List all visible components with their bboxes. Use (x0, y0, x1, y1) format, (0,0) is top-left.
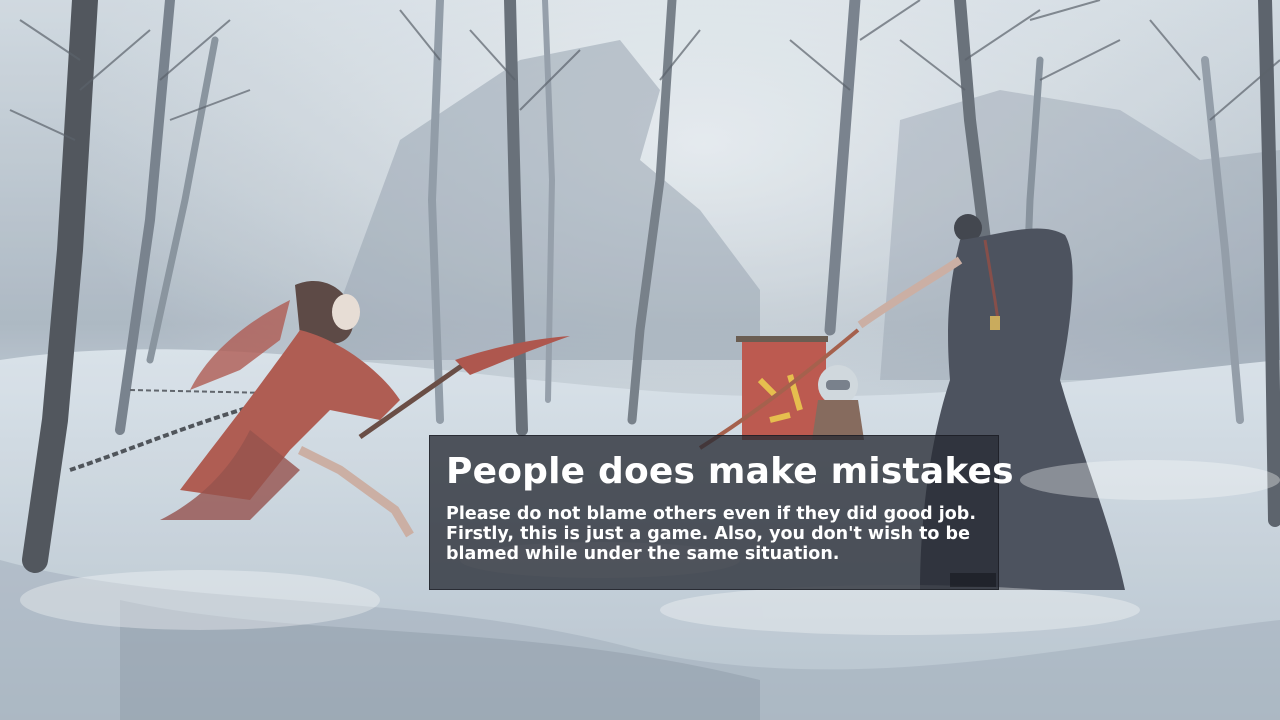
tip-title: People does make mistakes (446, 451, 1014, 492)
tip-body: Please do not blame others even if they … (446, 504, 986, 564)
tip-body-line: blamed while under the same situation. (446, 544, 840, 564)
loading-tip-panel: People does make mistakes Please do not … (429, 435, 1014, 590)
background-artwork (0, 0, 1280, 720)
tip-body-line: Firstly, this is just a game. Also, you … (446, 524, 970, 544)
loading-indicator (950, 573, 996, 587)
loading-screen: People does make mistakes Please do not … (0, 0, 1280, 720)
tip-body-line: Please do not blame others even if they … (446, 504, 976, 524)
